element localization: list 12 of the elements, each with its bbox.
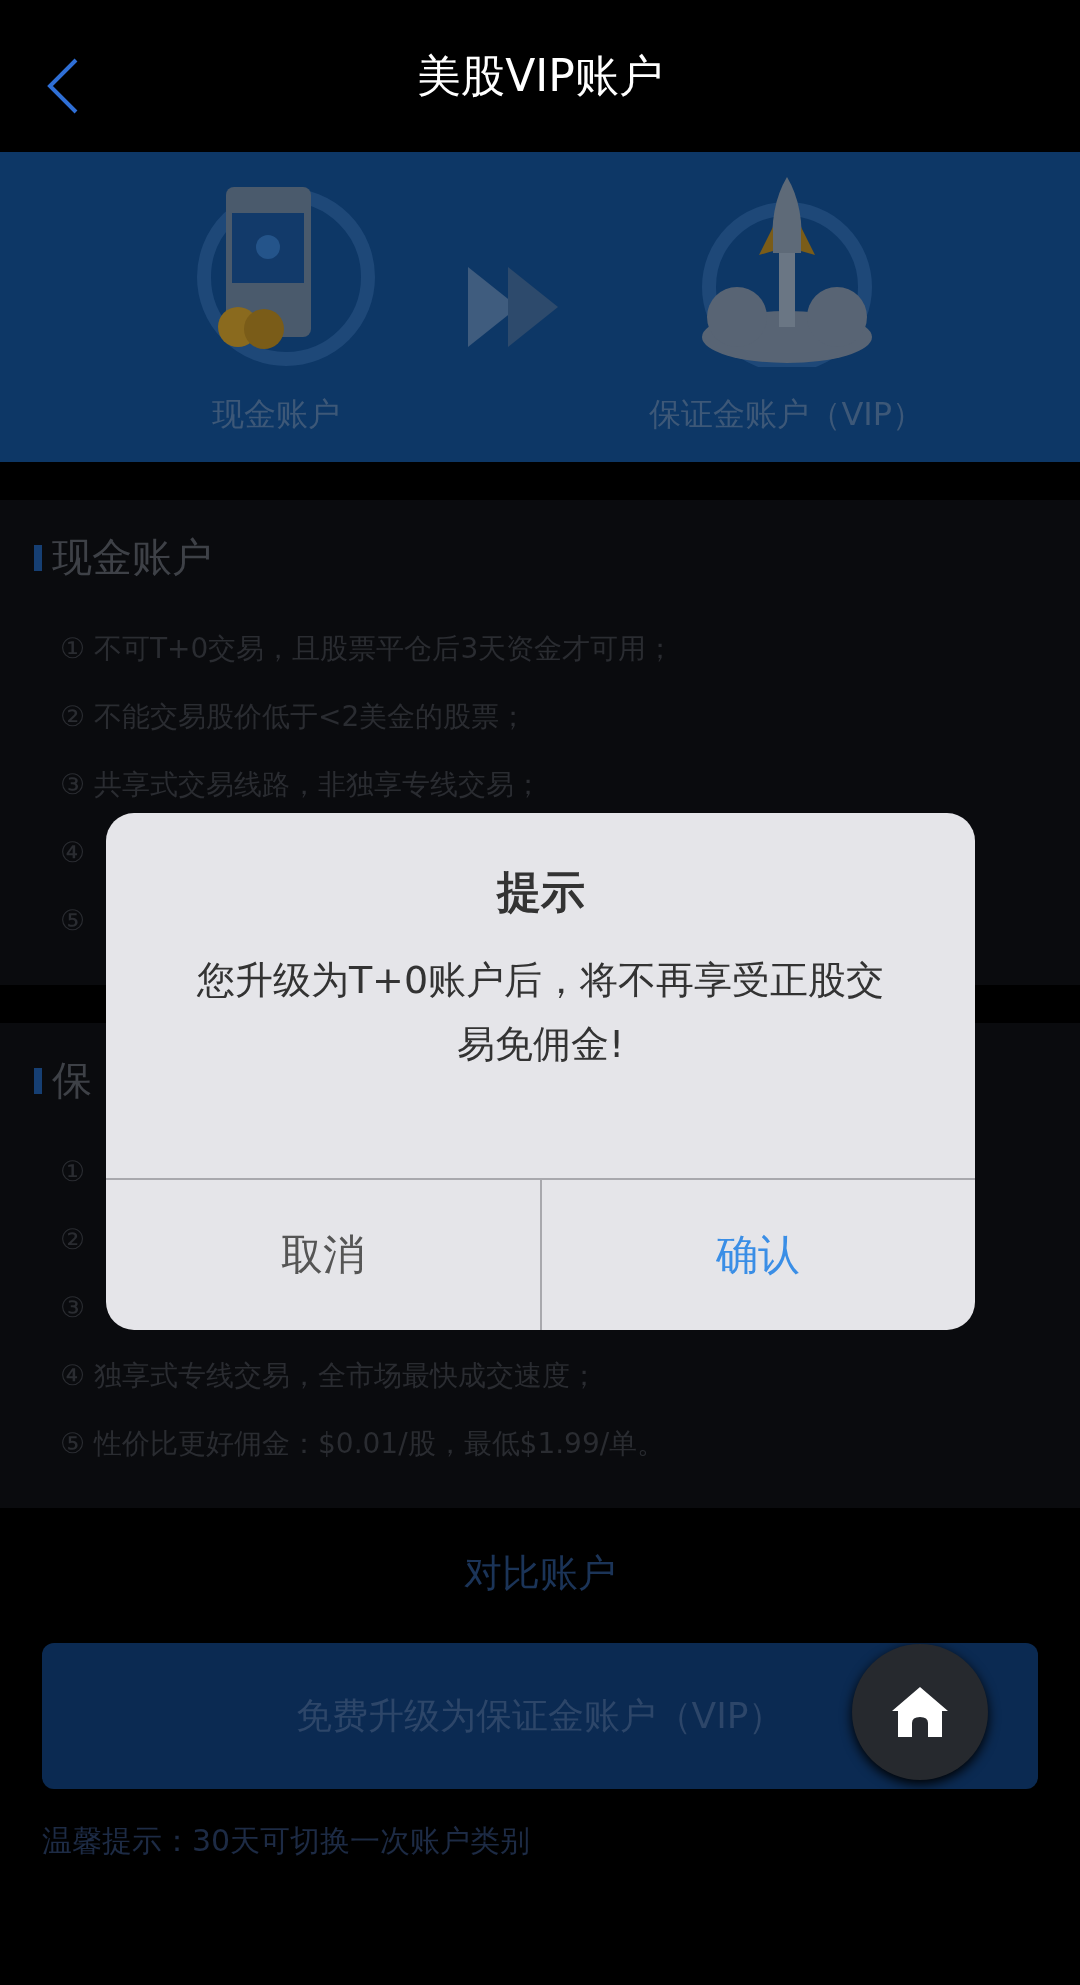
dialog-title: 提示 bbox=[496, 865, 585, 919]
home-icon bbox=[892, 1687, 948, 1737]
confirm-button[interactable]: 确认 bbox=[539, 1180, 975, 1330]
tip-text: 温馨提示：30天可切换一次账户类别 bbox=[42, 1822, 532, 1860]
section-heading: 保 bbox=[52, 1056, 92, 1105]
compare-link[interactable]: 对比账户 bbox=[0, 1548, 1080, 1599]
cancel-button[interactable]: 取消 bbox=[106, 1180, 540, 1330]
heading-marker bbox=[34, 544, 42, 571]
dialog-message: 您升级为T+0账户后，将不再享受正股交易免佣金! bbox=[195, 957, 886, 1068]
heading-marker bbox=[34, 1067, 42, 1094]
page-title: 美股VIP账户 bbox=[417, 48, 663, 103]
section-heading: 现金账户 bbox=[52, 533, 212, 582]
